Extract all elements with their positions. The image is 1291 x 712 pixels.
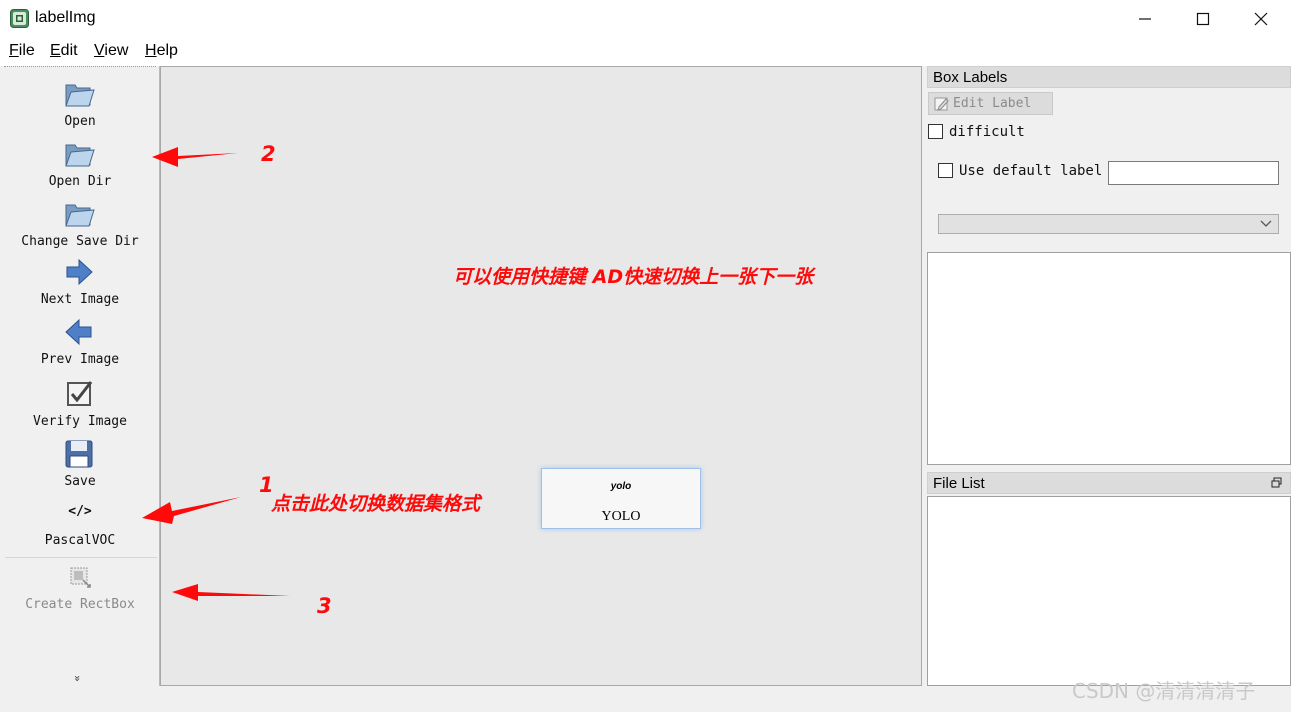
arrow-right-icon [66,258,93,286]
change-save-dir-button[interactable]: Change Save Dir [0,196,160,252]
toolbar-expand-icon[interactable]: » [71,675,84,682]
toolbar-separator [5,557,157,558]
verify-image-label: Verify Image [33,414,127,429]
close-icon [1254,12,1268,26]
checkbox-verify-icon [67,381,93,406]
menu-file[interactable]: File [9,42,35,60]
folder-open-icon [65,204,95,227]
change-save-dir-label: Change Save Dir [21,234,139,249]
edit-label-button[interactable]: Edit Label [928,92,1053,115]
box-labels-dock: Box Labels Edit Label difficult Use defa… [927,66,1291,466]
chevron-down-icon [1260,220,1272,227]
default-label-input[interactable] [1108,161,1279,185]
watermark-text: CSDN @清清清清子 [1072,679,1256,703]
next-image-label: Next Image [40,292,120,307]
menu-view-mnemonic: V [94,42,105,59]
next-image-button[interactable]: Next Image [0,256,160,310]
format-label: PascalVOC [44,533,116,548]
label-list[interactable] [927,252,1291,465]
format-hint-text: 点击此处切换数据集格式 [271,493,481,515]
open-dir-label: Open Dir [48,174,112,189]
menu-file-mnemonic: F [9,42,19,59]
prev-image-label: Prev Image [40,352,120,367]
menu-help[interactable]: Help [145,42,178,60]
open-button[interactable]: Open [0,76,160,132]
code-format-icon: </> [68,504,92,519]
difficult-checkbox[interactable] [928,124,943,139]
open-dir-button[interactable]: Open Dir [0,136,160,192]
format-toggle-button[interactable]: </> PascalVOC [0,502,160,552]
menu-file-label: ile [18,42,35,59]
folder-open-icon [65,144,95,167]
use-default-label-text: Use default label [959,163,1103,179]
menu-view[interactable]: View [94,42,128,60]
tool-bar: Open Open Dir Change Save Dir Next Image… [0,66,160,686]
minimize-icon [1139,18,1151,20]
minimize-button[interactable] [1116,0,1174,38]
menu-edit-mnemonic: E [50,42,61,59]
file-list-title: File List [927,472,1291,494]
title-bar: labelImg [0,0,1291,38]
verify-image-button[interactable]: Verify Image [0,378,160,434]
toolbar-grip[interactable] [4,66,156,69]
close-button[interactable] [1232,0,1290,38]
edit-label-text: Edit Label [953,96,1032,111]
maximize-button[interactable] [1174,0,1232,38]
floppy-disk-icon [65,440,93,468]
file-list-title-text: File List [933,475,985,492]
annotation-number-3: 3 [317,594,332,618]
file-list-dock: File List [927,472,1291,686]
save-label: Save [64,474,96,489]
maximize-icon [1196,12,1210,26]
use-default-label-checkbox[interactable] [938,163,953,178]
window-title: labelImg [35,9,96,26]
rectbox-icon [70,567,91,588]
create-rectbox-button[interactable]: Create RectBox [0,562,160,616]
menu-help-label: elp [156,42,178,59]
menu-view-label: iew [104,42,129,59]
arrow-left-icon [65,318,92,346]
label-combobox[interactable] [938,214,1279,234]
difficult-label: difficult [949,124,1025,140]
format-popup: yolo YOLO [541,468,701,529]
save-button[interactable]: Save [0,438,160,494]
shortcut-hint-text: 可以使用快捷键 AD快速切换上一张下一张 [453,266,814,288]
app-icon [10,9,29,28]
menu-edit-label: dit [60,42,78,59]
prev-image-button[interactable]: Prev Image [0,316,160,370]
annotation-number-2: 2 [261,142,276,166]
dock-float-icon[interactable] [1271,477,1282,488]
box-labels-title: Box Labels [927,66,1291,88]
create-rectbox-label: Create RectBox [25,597,135,612]
menu-help-mnemonic: H [145,42,157,59]
edit-pencil-icon [934,97,949,111]
folder-open-icon [65,84,95,107]
open-label: Open [64,114,96,129]
popup-format-label: YOLO [601,509,641,524]
menu-edit[interactable]: Edit [50,42,78,60]
menu-bar: File Edit View Help [0,38,1291,66]
file-list[interactable] [927,496,1291,686]
popup-format-icon-text: yolo [610,481,632,492]
